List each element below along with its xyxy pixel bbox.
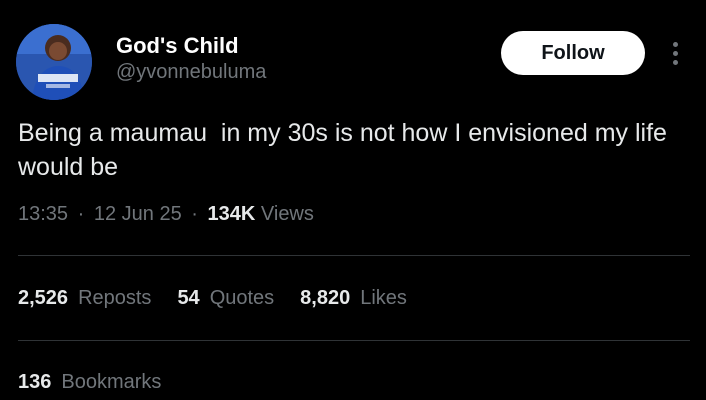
- reposts-label: Reposts: [78, 287, 152, 309]
- bookmarks-stat[interactable]: 136 Bookmarks: [18, 371, 161, 394]
- tweet-date[interactable]: 12 Jun 25: [94, 203, 182, 225]
- more-dot: [672, 59, 678, 65]
- views-count: 134K: [207, 203, 256, 225]
- bookmarks-count: 136: [18, 371, 52, 393]
- engagement-stats: 2,526 Reposts 54 Quotes 8,820 Likes: [18, 287, 407, 310]
- likes-label: Likes: [360, 287, 407, 309]
- quotes-count: 54: [177, 287, 200, 309]
- quotes-label: Quotes: [209, 287, 275, 309]
- avatar-image: [16, 24, 92, 100]
- more-dot: [672, 50, 678, 56]
- follow-button[interactable]: Follow: [501, 31, 645, 75]
- quotes-stat[interactable]: 54 Quotes: [177, 287, 274, 310]
- display-name[interactable]: God's Child: [116, 33, 239, 59]
- tweet-time[interactable]: 13:35: [18, 203, 68, 225]
- avatar[interactable]: [16, 24, 92, 100]
- meta-separator: ·: [191, 203, 198, 225]
- reposts-stat[interactable]: 2,526 Reposts: [18, 287, 151, 310]
- bookmarks-label: Bookmarks: [61, 371, 162, 393]
- divider: [18, 340, 690, 341]
- more-dot: [672, 41, 678, 47]
- tweet-text: Being a maumau in my 30s is not how I en…: [18, 119, 674, 181]
- user-handle[interactable]: @yvonnebuluma: [116, 61, 266, 84]
- divider: [18, 255, 690, 256]
- more-vertical-icon[interactable]: [664, 36, 686, 70]
- likes-count: 8,820: [300, 287, 351, 309]
- likes-stat[interactable]: 8,820 Likes: [300, 287, 407, 310]
- tweet-meta: 13:35 · 12 Jun 25 · 134K Views: [18, 203, 314, 226]
- meta-separator: ·: [77, 203, 85, 225]
- reposts-count: 2,526: [18, 287, 69, 309]
- views-label: Views: [260, 203, 314, 225]
